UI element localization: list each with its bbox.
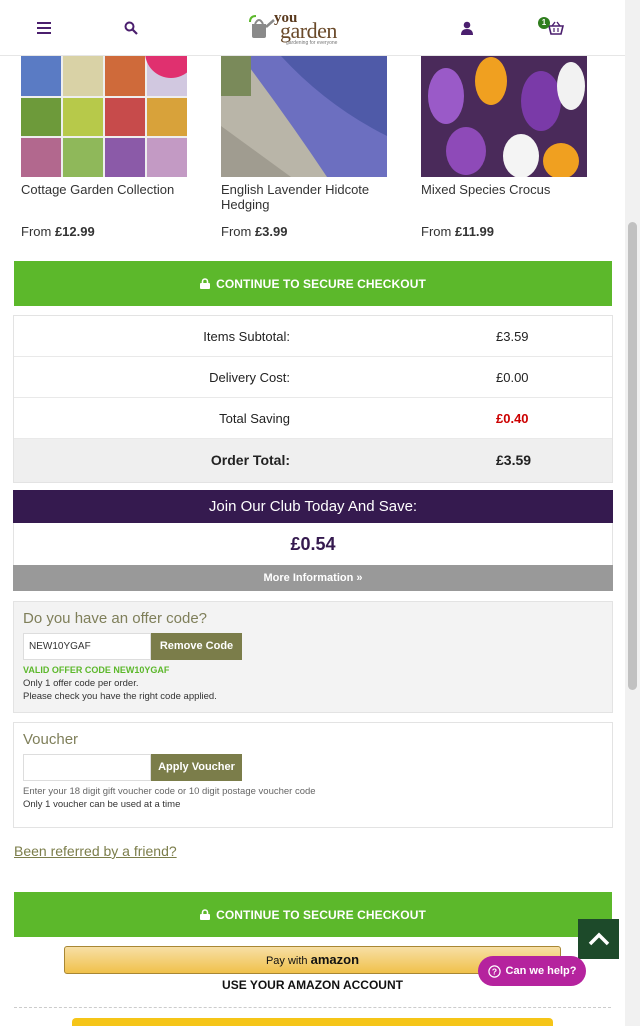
offer-code-input[interactable]: NEW10YGAF	[23, 633, 151, 660]
delivery-label: Delivery Cost:	[209, 370, 290, 385]
price-prefix: From	[221, 224, 255, 239]
price-prefix: From	[21, 224, 55, 239]
apply-voucher-button[interactable]: Apply Voucher	[151, 754, 242, 781]
subtotal-value: £3.59	[496, 329, 529, 344]
voucher-title: Voucher	[23, 731, 79, 748]
product-price: From £11.99	[421, 224, 494, 239]
delivery-value: £0.00	[496, 370, 529, 385]
product-card[interactable]: Cottage Garden Collection	[21, 56, 191, 197]
club-promo: Join Our Club Today And Save: £0.54 More…	[13, 490, 613, 591]
product-name[interactable]: Mixed Species Crocus	[421, 182, 591, 197]
product-card[interactable]: English Lavender Hidcote Hedging	[221, 56, 391, 212]
remove-code-button[interactable]: Remove Code	[151, 633, 242, 660]
price-value: £11.99	[454, 224, 494, 239]
order-total-value: £3.59	[496, 452, 532, 468]
checkout-label: CONTINUE TO SECURE CHECKOUT	[216, 276, 426, 291]
menu-icon[interactable]	[32, 16, 56, 40]
order-total-row: Order Total: £3.59	[14, 439, 612, 482]
voucher-panel: Voucher Apply Voucher Enter your 18 digi…	[13, 722, 613, 828]
logo-tagline: gardening for everyone	[286, 40, 338, 46]
offer-code-title: Do you have an offer code?	[23, 610, 208, 627]
price-prefix: From	[421, 224, 455, 239]
product-image-lavender[interactable]	[221, 56, 387, 177]
secure-checkout-button[interactable]: CONTINUE TO SECURE CHECKOUT	[14, 892, 612, 937]
svg-text:?: ?	[491, 966, 496, 976]
watering-can-icon	[249, 15, 275, 38]
referral-link[interactable]: Been referred by a friend?	[14, 843, 177, 859]
product-card[interactable]: Mixed Species Crocus	[421, 56, 591, 197]
lock-icon	[200, 278, 211, 289]
product-name[interactable]: Cottage Garden Collection	[21, 182, 191, 197]
site-header: you garden gardening for everyone 1	[0, 0, 625, 56]
subtotal-row: Items Subtotal: £3.59	[14, 316, 612, 357]
club-heading: Join Our Club Today And Save:	[13, 490, 613, 523]
product-price: From £3.99	[221, 224, 288, 239]
basket-page: you garden gardening for everyone 1 Cott…	[0, 0, 640, 1026]
back-to-top-button[interactable]	[578, 919, 619, 959]
secure-checkout-button[interactable]: CONTINUE TO SECURE CHECKOUT	[14, 261, 612, 306]
voucher-input[interactable]	[23, 754, 151, 781]
offer-code-panel: Do you have an offer code? NEW10YGAF Rem…	[13, 601, 613, 713]
scrollbar[interactable]	[625, 0, 640, 1026]
lock-icon	[200, 909, 211, 920]
chevron-up-icon	[588, 932, 609, 946]
saving-row: Total Saving £0.40	[14, 398, 612, 439]
saving-value: £0.40	[496, 411, 529, 426]
product-price: From £12.99	[21, 224, 95, 239]
price-value: £12.99	[54, 224, 95, 239]
offer-note: Only 1 offer code per order.	[23, 678, 139, 689]
paypal-button[interactable]	[72, 1018, 553, 1026]
search-icon[interactable]	[119, 16, 143, 40]
product-name[interactable]: English Lavender Hidcote Hedging	[221, 182, 391, 212]
divider	[14, 1007, 611, 1008]
voucher-note: Enter your 18 digit gift voucher code or…	[23, 786, 316, 797]
yougarden-logo[interactable]: you garden gardening for everyone	[246, 8, 356, 48]
subtotal-label: Items Subtotal:	[203, 329, 290, 344]
amazon-logo: amazon	[310, 952, 360, 967]
order-total-label: Order Total:	[210, 452, 290, 468]
amazon-pay-prefix: Pay with	[265, 955, 311, 967]
more-information-button[interactable]: More Information »	[13, 565, 613, 591]
chat-help-label: Can we help?	[505, 965, 577, 977]
checkout-label: CONTINUE TO SECURE CHECKOUT	[216, 907, 426, 922]
price-value: £3.99	[254, 224, 288, 239]
account-icon[interactable]	[455, 16, 479, 40]
scrollbar-thumb[interactable]	[628, 222, 637, 690]
cart-count-badge: 1	[538, 17, 550, 29]
club-saving-amount: £0.54	[13, 523, 613, 565]
product-image-crocus[interactable]	[421, 56, 587, 177]
question-icon: ?	[487, 964, 501, 978]
offer-valid-message: VALID OFFER CODE NEW10YGAF	[23, 665, 170, 675]
offer-note: Please check you have the right code app…	[23, 691, 217, 702]
delivery-row: Delivery Cost: £0.00	[14, 357, 612, 398]
order-totals: Items Subtotal: £3.59 Delivery Cost: £0.…	[13, 315, 613, 483]
chat-help-button[interactable]: ? Can we help?	[478, 956, 586, 986]
product-image-cottage[interactable]	[21, 56, 187, 177]
voucher-note: Only 1 voucher can be used at a time	[23, 799, 181, 810]
saving-label: Total Saving	[219, 411, 290, 426]
